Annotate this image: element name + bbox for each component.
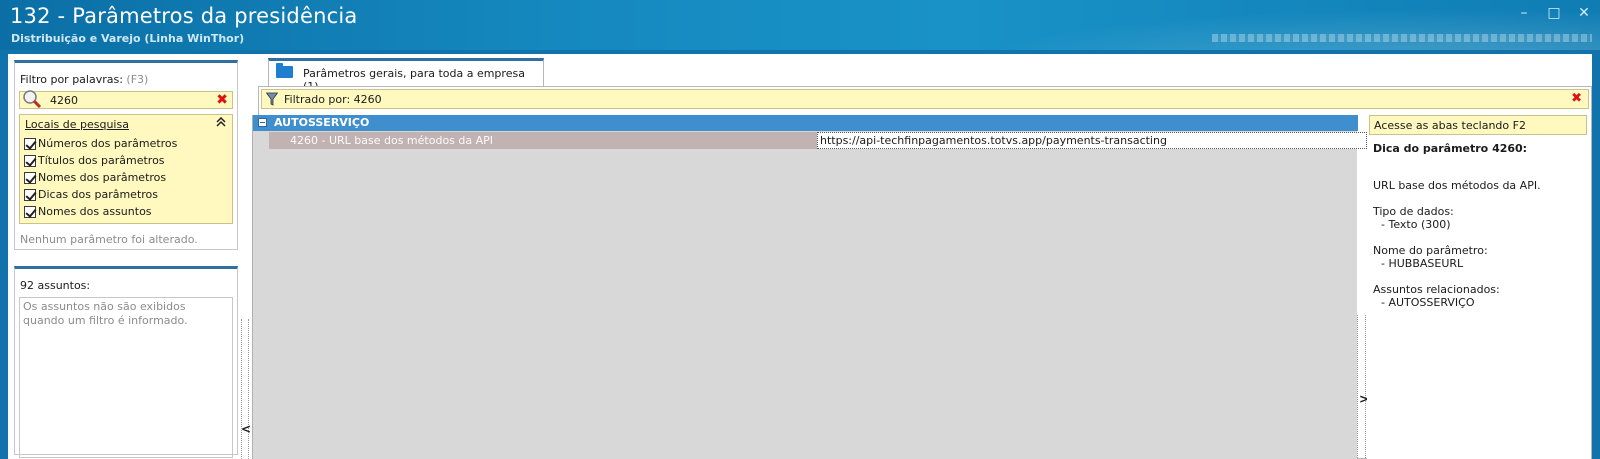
- maximize-button[interactable]: □: [1546, 6, 1562, 20]
- checkbox-label: Nomes dos parâmetros: [38, 171, 167, 184]
- filter-label: Filtro por palavras: (F3): [20, 73, 148, 86]
- status-strip: [1212, 34, 1592, 42]
- left-panel: Filtro por palavras: (F3) 4260 ✖ Locais …: [14, 60, 238, 458]
- subjects-panel: 92 assuntos: Os assuntos não são exibido…: [14, 266, 238, 458]
- checkbox-checked[interactable]: [24, 137, 36, 150]
- tab-general-parameters[interactable]: Parâmetros gerais, para toda a empresa (…: [268, 58, 544, 93]
- tab-access-hint: Acesse as abas teclando F2: [1369, 115, 1587, 135]
- window-subtitle: Distribuição e Varejo (Linha WinThor): [11, 32, 245, 45]
- close-button[interactable]: ✕: [1576, 6, 1592, 20]
- checkbox-row[interactable]: Números dos parâmetros: [24, 135, 177, 152]
- filter-hotkey: (F3): [126, 73, 149, 86]
- hint-title: Dica do parâmetro 4260:: [1373, 142, 1528, 155]
- checkbox-row[interactable]: Nomes dos parâmetros: [24, 169, 177, 186]
- filtered-by-text: Filtrado por: 4260: [284, 93, 382, 106]
- checkbox-checked[interactable]: [24, 188, 36, 201]
- checkbox-row[interactable]: Dicas dos parâmetros: [24, 186, 177, 203]
- minimize-button[interactable]: –: [1516, 6, 1532, 20]
- window-controls: – □ ✕: [1516, 6, 1592, 20]
- related-subjects-value: - AUTOSSERVIÇO: [1381, 296, 1475, 309]
- filter-value: 4260: [50, 94, 78, 107]
- data-type-value: - Texto (300): [1381, 218, 1451, 231]
- checkbox-label: Títulos dos parâmetros: [38, 154, 165, 167]
- checkbox-label: Dicas dos parâmetros: [38, 188, 159, 201]
- filter-input[interactable]: 4260 ✖: [19, 90, 233, 109]
- checkbox-label: Nomes dos assuntos: [38, 205, 152, 218]
- window-title: 132 - Parâmetros da presidência: [10, 4, 358, 28]
- filter-panel: Filtro por palavras: (F3) 4260 ✖ Locais …: [14, 60, 238, 250]
- search-icon: [23, 90, 42, 109]
- group-name: AUTOSSERVIÇO: [274, 116, 370, 129]
- search-locations-list: Números dos parâmetros Títulos dos parâm…: [24, 135, 177, 220]
- checkbox-checked[interactable]: [24, 205, 36, 218]
- clear-filtered-icon[interactable]: ✖: [1571, 91, 1582, 106]
- filter-funnel-icon: [266, 92, 278, 106]
- window-right-border: [1592, 54, 1600, 459]
- collapse-left-icon[interactable]: <: [241, 422, 251, 436]
- parameter-name: 4260 - URL base dos métodos da API: [269, 132, 817, 149]
- tab-bar: Parâmetros gerais, para toda a empresa (…: [258, 58, 1592, 93]
- filter-label-text: Filtro por palavras:: [20, 73, 123, 86]
- change-status: Nenhum parâmetro foi alterado.: [20, 233, 198, 246]
- main-content: Filtro por palavras: (F3) 4260 ✖ Locais …: [8, 54, 1600, 459]
- parameter-value-field[interactable]: https://api-techfinpagamentos.totvs.app/…: [817, 132, 1367, 149]
- left-splitter[interactable]: [241, 319, 249, 459]
- main-area: Filtro por palavras: (F3) 4260 ✖ Locais …: [0, 50, 1600, 459]
- filtered-by-bar: Filtrado por: 4260 ✖: [261, 89, 1589, 109]
- parameter-name-label: Nome do parâmetro:: [1373, 244, 1488, 257]
- checkbox-checked[interactable]: [24, 154, 36, 167]
- parameter-name-value: - HUBBASEURL: [1381, 257, 1464, 270]
- search-locations-title: Locais de pesquisa: [25, 118, 129, 131]
- folder-icon: [276, 63, 293, 78]
- parameters-content: Filtrado por: 4260 ✖ AUTOSSERVIÇO 4260 -…: [252, 86, 1592, 459]
- subjects-title: 92 assuntos:: [20, 279, 91, 292]
- collapse-group-icon[interactable]: [258, 118, 267, 127]
- parameters-grid: AUTOSSERVIÇO 4260 - URL base dos métodos…: [252, 115, 1367, 459]
- hint-body: URL base dos métodos da API. Tipo de dad…: [1373, 179, 1541, 322]
- group-row[interactable]: AUTOSSERVIÇO: [253, 115, 1358, 131]
- related-subjects-label: Assuntos relacionados:: [1373, 283, 1500, 296]
- checkbox-row[interactable]: Nomes dos assuntos: [24, 203, 177, 220]
- checkbox-row[interactable]: Títulos dos parâmetros: [24, 152, 177, 169]
- hint-panel: Acesse as abas teclando F2 Dica do parâm…: [1367, 115, 1591, 459]
- subjects-message: Os assuntos não são exibidos quando um f…: [19, 297, 233, 458]
- title-bar-decoration: [900, 0, 1600, 50]
- right-splitter[interactable]: [1357, 315, 1366, 459]
- table-row[interactable]: 4260 - URL base dos métodos da API https…: [269, 132, 1367, 149]
- data-type-label: Tipo de dados:: [1373, 205, 1454, 218]
- title-bar: 132 - Parâmetros da presidência Distribu…: [0, 0, 1600, 50]
- checkbox-checked[interactable]: [24, 171, 36, 184]
- tab-label-text: Parâmetros gerais, para toda a empresa: [303, 67, 525, 80]
- search-locations-panel: Locais de pesquisa Números dos parâmetro…: [19, 114, 233, 224]
- clear-filter-icon[interactable]: ✖: [216, 92, 228, 108]
- checkbox-label: Números dos parâmetros: [38, 137, 178, 150]
- hint-description: URL base dos métodos da API.: [1373, 179, 1541, 192]
- collapse-icon[interactable]: [216, 116, 226, 130]
